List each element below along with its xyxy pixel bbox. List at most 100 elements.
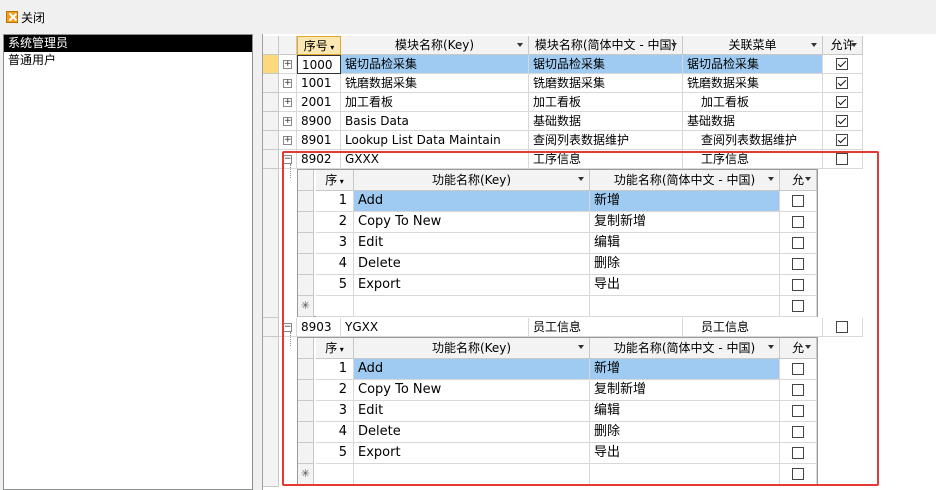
cell-no[interactable]: 8900 <box>297 112 341 131</box>
row-selector[interactable] <box>298 359 314 380</box>
sub-col-no[interactable]: 序 ▾ <box>316 338 354 359</box>
allow-checkbox[interactable] <box>792 468 804 480</box>
cell-no[interactable]: 1 <box>316 191 354 212</box>
cell-module-name[interactable]: 员工信息 <box>529 318 683 337</box>
cell-function-key[interactable]: Export <box>354 443 590 464</box>
collapse-icon[interactable]: − <box>283 323 292 332</box>
close-button[interactable]: 关闭 <box>6 8 45 26</box>
cell-no[interactable]: 4 <box>316 254 354 275</box>
cell-function-name[interactable]: 导出 <box>590 443 780 464</box>
cell-no[interactable]: 5 <box>316 443 354 464</box>
cell-function-name[interactable]: 编辑 <box>590 233 780 254</box>
col-header-module-name[interactable]: 模块名称(简体中文 - 中国) <box>529 36 683 55</box>
cell-function-key[interactable]: Edit <box>354 233 590 254</box>
cell-no[interactable]: 2001 <box>297 93 341 112</box>
row-selector[interactable] <box>298 233 314 254</box>
new-row-icon[interactable]: ✳ <box>298 464 314 485</box>
cell-menu[interactable]: 工序信息 <box>683 150 823 169</box>
allow-checkbox[interactable] <box>836 58 848 70</box>
cell-function-key[interactable]: Add <box>354 191 590 212</box>
allow-checkbox[interactable] <box>792 237 804 249</box>
expand-icon[interactable]: + <box>283 136 292 145</box>
expand-icon[interactable]: + <box>283 79 292 88</box>
cell-module-key[interactable]: GXXX <box>341 150 529 169</box>
cell-menu[interactable]: 查阅列表数据维护 <box>683 131 823 150</box>
allow-checkbox[interactable] <box>836 134 848 146</box>
user-item-normal[interactable]: 普通用户 <box>4 52 252 69</box>
allow-checkbox[interactable] <box>792 426 804 438</box>
sub-col-allow[interactable]: 允 <box>780 170 817 191</box>
cell-menu[interactable]: 员工信息 <box>683 318 823 337</box>
cell-no[interactable]: 2 <box>316 212 354 233</box>
cell-module-key[interactable]: Basis Data <box>341 112 529 131</box>
row-selector[interactable] <box>298 191 314 212</box>
row-selector[interactable] <box>263 150 279 169</box>
expand-icon[interactable]: + <box>283 117 292 126</box>
cell-module-key[interactable]: 锯切品检采集 <box>341 55 529 74</box>
allow-checkbox[interactable] <box>792 195 804 207</box>
row-selector[interactable] <box>298 401 314 422</box>
user-item-admin[interactable]: 系统管理员 <box>4 35 252 52</box>
cell-menu[interactable]: 铣磨数据采集 <box>683 74 823 93</box>
cell-no[interactable]: 8901 <box>297 131 341 150</box>
sub-col-name[interactable]: 功能名称(简体中文 - 中国) <box>590 338 780 359</box>
subgrid-corner[interactable] <box>298 338 314 359</box>
cell-function-name[interactable]: 新增 <box>590 359 780 380</box>
cell-module-name[interactable]: 工序信息 <box>529 150 683 169</box>
cell-module-key[interactable]: Lookup List Data Maintain <box>341 131 529 150</box>
expand-icon[interactable]: + <box>283 98 292 107</box>
cell-function-name[interactable]: 导出 <box>590 275 780 296</box>
sub-col-allow[interactable]: 允 <box>780 338 817 359</box>
cell-no[interactable]: 8902 <box>297 150 341 169</box>
cell-no[interactable]: 8903 <box>297 318 341 337</box>
col-header-module-key[interactable]: 模块名称(Key) <box>341 36 529 55</box>
cell-module-name[interactable]: 基础数据 <box>529 112 683 131</box>
allow-checkbox[interactable] <box>792 300 804 312</box>
row-selector[interactable] <box>263 112 279 131</box>
cell-no[interactable]: 1001 <box>297 74 341 93</box>
row-selector[interactable] <box>263 131 279 150</box>
cell-function-key[interactable]: Export <box>354 275 590 296</box>
allow-checkbox[interactable] <box>792 447 804 459</box>
cell-no[interactable]: 1 <box>316 359 354 380</box>
cell-function-key[interactable]: Copy To New <box>354 212 590 233</box>
cell-function-key[interactable]: Delete <box>354 254 590 275</box>
row-selector[interactable] <box>298 254 314 275</box>
allow-checkbox[interactable] <box>792 258 804 270</box>
row-selector[interactable] <box>263 74 279 93</box>
cell-module-name[interactable]: 锯切品检采集 <box>529 55 683 74</box>
cell-module-name[interactable]: 铣磨数据采集 <box>529 74 683 93</box>
row-selector[interactable] <box>263 55 279 74</box>
cell-menu[interactable]: 加工看板 <box>683 93 823 112</box>
allow-checkbox[interactable] <box>836 153 848 165</box>
row-selector[interactable] <box>298 212 314 233</box>
cell-function-name[interactable]: 删除 <box>590 254 780 275</box>
allow-checkbox[interactable] <box>792 363 804 375</box>
cell-no[interactable]: 3 <box>316 401 354 422</box>
cell-no[interactable]: 1000 <box>297 55 341 74</box>
row-selector[interactable] <box>263 318 279 337</box>
allow-checkbox[interactable] <box>792 216 804 228</box>
cell-module-key[interactable]: 加工看板 <box>341 93 529 112</box>
cell-function-key[interactable]: Edit <box>354 401 590 422</box>
col-header-menu[interactable]: 关联菜单 <box>683 36 823 55</box>
cell-function-name[interactable]: 删除 <box>590 422 780 443</box>
cell-function-key[interactable]: Copy To New <box>354 380 590 401</box>
col-header-allow[interactable]: 允许 <box>823 36 863 55</box>
user-role-list[interactable]: 系统管理员 普通用户 <box>3 34 253 490</box>
cell-no[interactable]: 3 <box>316 233 354 254</box>
cell-module-key[interactable]: 铣磨数据采集 <box>341 74 529 93</box>
cell-no[interactable]: 4 <box>316 422 354 443</box>
cell-menu[interactable]: 锯切品检采集 <box>683 55 823 74</box>
sub-col-name[interactable]: 功能名称(简体中文 - 中国) <box>590 170 780 191</box>
sub-col-no[interactable]: 序 ▾ <box>316 170 354 191</box>
row-selector[interactable] <box>298 380 314 401</box>
allow-checkbox[interactable] <box>836 321 848 333</box>
cell-menu[interactable]: 基础数据 <box>683 112 823 131</box>
row-selector[interactable] <box>263 93 279 112</box>
cell-module-name[interactable]: 查阅列表数据维护 <box>529 131 683 150</box>
cell-module-name[interactable]: 加工看板 <box>529 93 683 112</box>
col-header-no[interactable]: 序号 ▾ <box>297 36 341 55</box>
collapse-icon[interactable]: − <box>283 155 292 164</box>
cell-function-name[interactable]: 新增 <box>590 191 780 212</box>
